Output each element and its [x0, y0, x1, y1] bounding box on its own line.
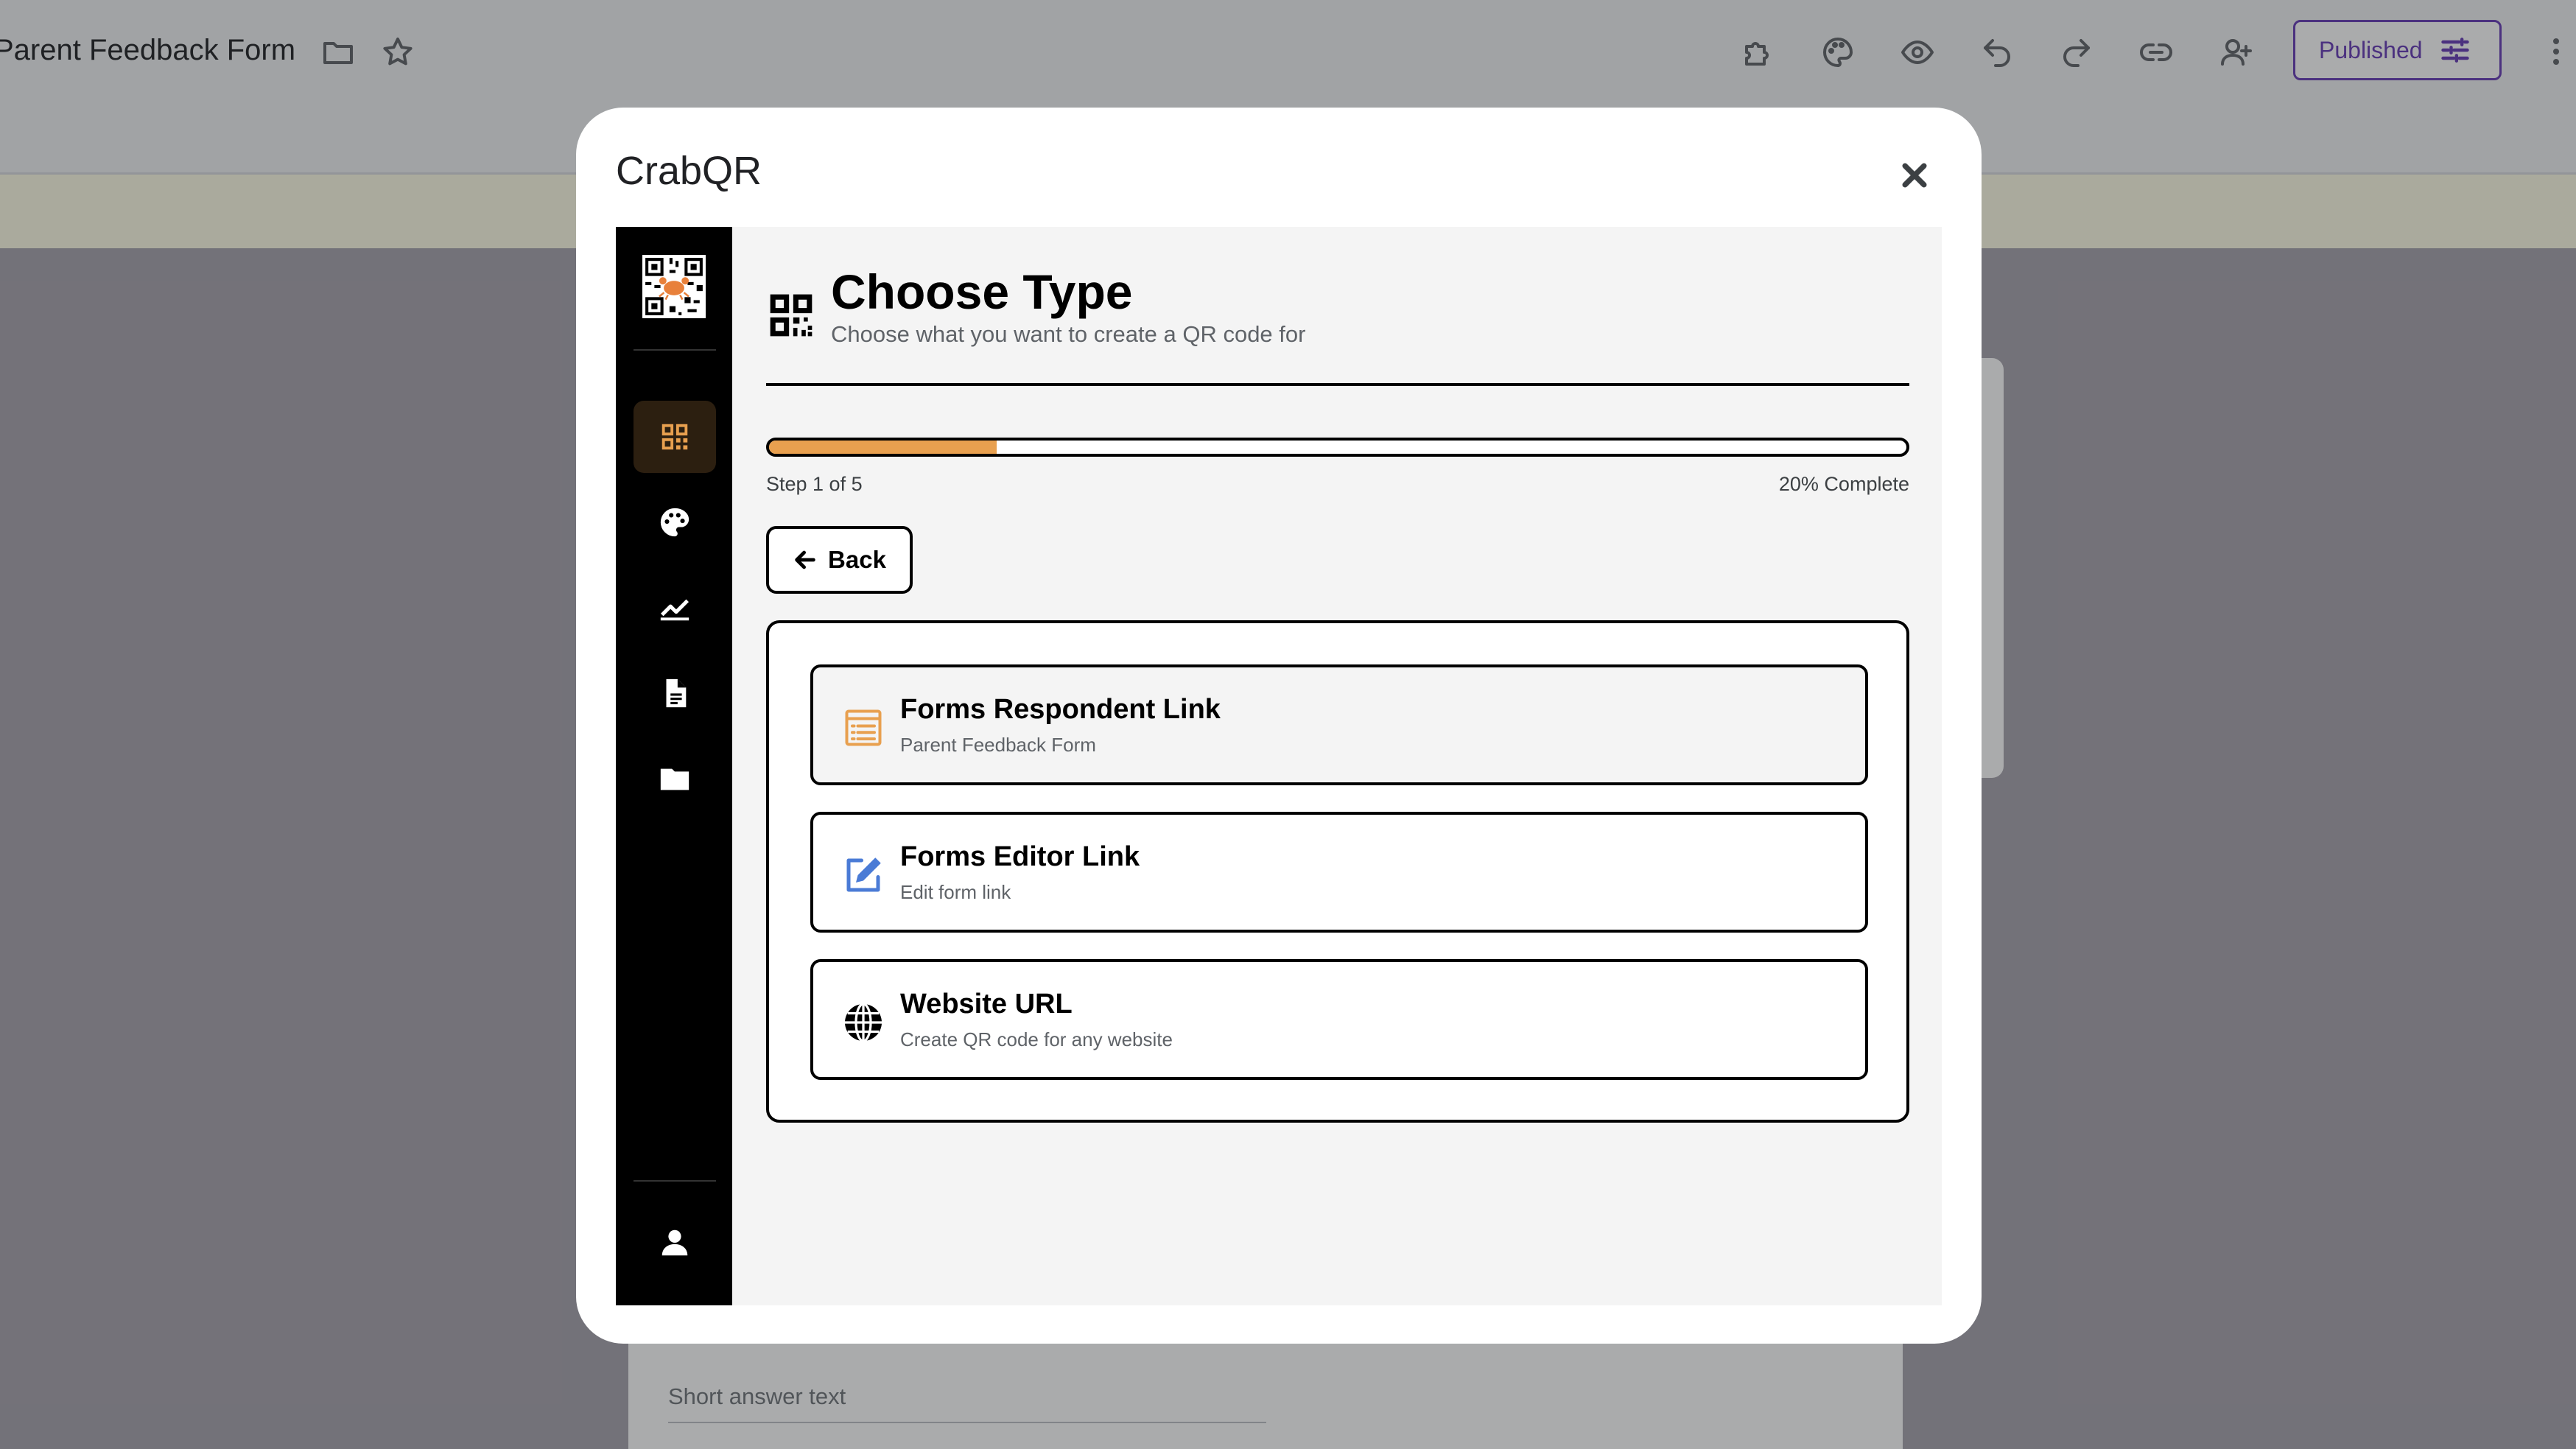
sidebar-divider-bottom — [634, 1180, 716, 1182]
option-subtitle: Edit form link — [900, 881, 1011, 903]
arrow-left-icon — [795, 550, 815, 569]
crabqr-logo-icon — [642, 255, 706, 318]
back-button[interactable]: Back — [766, 526, 913, 594]
page-title: Choose Type — [831, 264, 1133, 319]
option-subtitle: Parent Feedback Form — [900, 734, 1096, 756]
qr-code-icon — [770, 294, 813, 337]
option-forms-editor-link[interactable]: Forms Editor Link Edit form link — [810, 812, 1868, 933]
main-panel: Choose Type Choose what you want to crea… — [732, 227, 1942, 1305]
type-options: Forms Respondent Link Parent Feedback Fo… — [766, 620, 1909, 1123]
sidebar-item-create-qr[interactable] — [634, 401, 716, 473]
step-indicator: Step 1 of 5 — [766, 473, 863, 495]
qr-code-icon — [661, 424, 688, 450]
option-title: Website URL — [900, 989, 1073, 1020]
option-forms-respondent-link[interactable]: Forms Respondent Link Parent Feedback Fo… — [810, 664, 1868, 785]
option-title: Forms Editor Link — [900, 841, 1140, 872]
sidebar-item-folders[interactable] — [634, 743, 716, 815]
sidebar-item-analytics[interactable] — [634, 572, 716, 644]
close-button[interactable] — [1891, 152, 1938, 199]
sidebar-item-design[interactable] — [634, 486, 716, 558]
crabqr-dialog: CrabQR Choose Type Choose what you want … — [576, 108, 1982, 1344]
progress-fill — [769, 441, 997, 454]
document-icon — [666, 678, 687, 708]
page-subtitle: Choose what you want to create a QR code… — [831, 321, 1306, 347]
option-title: Forms Respondent Link — [900, 694, 1221, 725]
person-icon — [661, 1229, 688, 1256]
option-subtitle: Create QR code for any website — [900, 1028, 1173, 1050]
edit-icon — [846, 857, 881, 892]
crabqr-app: Choose Type Choose what you want to crea… — [616, 227, 1942, 1305]
sidebar — [616, 227, 732, 1305]
sidebar-item-documents[interactable] — [634, 657, 716, 729]
globe-icon — [845, 1003, 882, 1042]
analytics-icon — [660, 599, 689, 621]
header-divider — [766, 383, 1909, 386]
folder-icon — [660, 768, 689, 790]
sidebar-item-account[interactable] — [634, 1207, 716, 1279]
back-label: Back — [828, 546, 886, 573]
dialog-title: CrabQR — [616, 149, 762, 193]
progress-percent: 20% Complete — [1778, 473, 1909, 495]
close-icon — [1902, 163, 1927, 188]
option-website-url[interactable]: Website URL Create QR code for any websi… — [810, 959, 1868, 1080]
palette-icon — [660, 508, 689, 537]
progress-bar — [766, 438, 1909, 457]
form-icon — [845, 709, 882, 746]
sidebar-divider-top — [634, 349, 716, 351]
